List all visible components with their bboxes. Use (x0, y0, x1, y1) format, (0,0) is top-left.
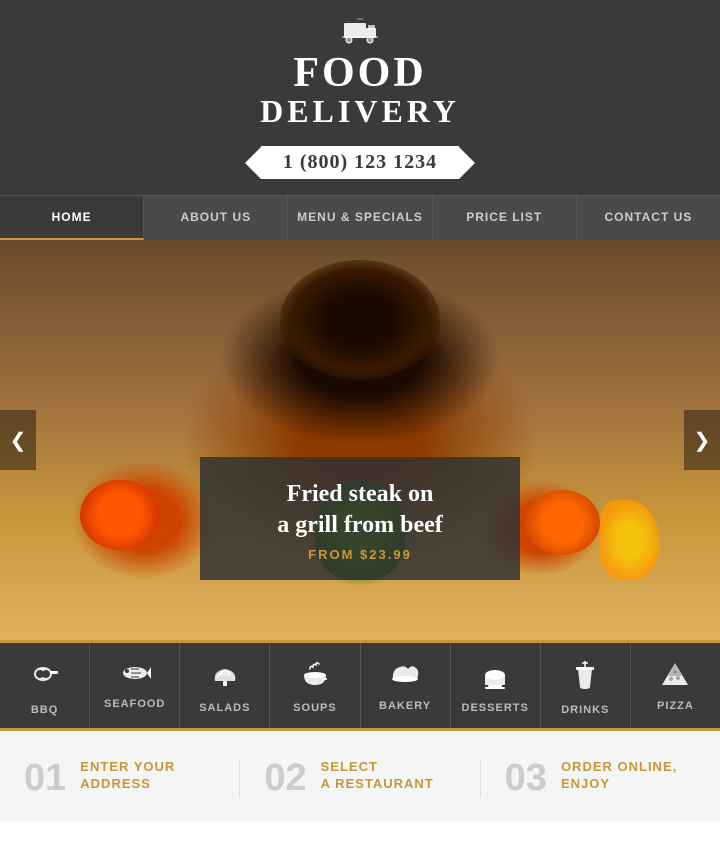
step-3: 03 ORDER ONLINE, ENJOY (481, 759, 720, 797)
hero-image-overlay (0, 240, 720, 640)
step-3-title-line2: ENJOY (561, 776, 677, 793)
step-1-title-line1: ENTER YOUR (80, 759, 175, 776)
step-1-title-line2: ADDRESS (80, 776, 175, 793)
cat-seafood[interactable]: SEAFOOD (90, 643, 180, 728)
step-1-number: 01 (24, 759, 66, 797)
cat-soups[interactable]: SOUPS (270, 643, 360, 728)
nav-home[interactable]: HOME (0, 196, 144, 240)
phone-number[interactable]: 1 (800) 123 1234 (261, 146, 459, 179)
hero-slider: ❮ Fried steak on a grill from beef FROM … (0, 240, 720, 640)
bbq-icon (0, 661, 89, 698)
site-title-food: FOOD (0, 52, 720, 94)
step-1: 01 ENTER YOUR ADDRESS (0, 759, 240, 797)
step-2-text: SELECT A RESTAURANT (321, 759, 434, 793)
step-1-text: ENTER YOUR ADDRESS (80, 759, 175, 793)
cat-bakery[interactable]: BAKERY (361, 643, 451, 728)
nav-menu[interactable]: MENU & SPECIALS (288, 196, 432, 240)
truck-icon (0, 18, 720, 50)
cat-bbq[interactable]: BBQ (0, 643, 90, 728)
main-nav: HOME ABOUT US MENU & SPECIALS PRICE LIST… (0, 195, 720, 240)
category-bar: BBQ SEAFOOD SALADS (0, 640, 720, 728)
slider-next-button[interactable]: ❯ (684, 410, 720, 470)
site-header: FOOD DELIVERY 1 (800) 123 1234 (0, 0, 720, 195)
steps-section: 01 ENTER YOUR ADDRESS 02 SELECT A RESTAU… (0, 728, 720, 821)
site-title-delivery: DELIVERY (0, 94, 720, 129)
step-3-text: ORDER ONLINE, ENJOY (561, 759, 677, 793)
bakery-icon (361, 661, 450, 694)
nav-about[interactable]: ABOUT US (144, 196, 288, 240)
cat-salads[interactable]: SALADS (180, 643, 270, 728)
seafood-icon (90, 661, 179, 692)
cat-desserts[interactable]: DESSERTS (451, 643, 541, 728)
pizza-icon (631, 661, 720, 694)
salads-icon (180, 661, 269, 696)
hero-caption: Fried steak on a grill from beef FROM $2… (200, 457, 520, 580)
desserts-icon (451, 661, 540, 696)
cat-drinks[interactable]: DRINKS (541, 643, 631, 728)
slider-prev-button[interactable]: ❮ (0, 410, 36, 470)
hero-title: Fried steak on a grill from beef (250, 479, 470, 541)
step-2: 02 SELECT A RESTAURANT (240, 759, 480, 797)
nav-contact[interactable]: CONTACT US (577, 196, 720, 240)
step-2-title-line1: SELECT (321, 759, 434, 776)
drinks-icon (541, 661, 630, 698)
soups-icon (270, 661, 359, 696)
step-3-number: 03 (505, 759, 547, 797)
cat-pizza[interactable]: PIZZA (631, 643, 720, 728)
step-2-title-line2: A RESTAURANT (321, 776, 434, 793)
step-3-title-line1: ORDER ONLINE, (561, 759, 677, 776)
step-2-number: 02 (264, 759, 306, 797)
hero-price: FROM $23.99 (250, 547, 470, 562)
nav-price[interactable]: PRICE LIST (433, 196, 577, 240)
